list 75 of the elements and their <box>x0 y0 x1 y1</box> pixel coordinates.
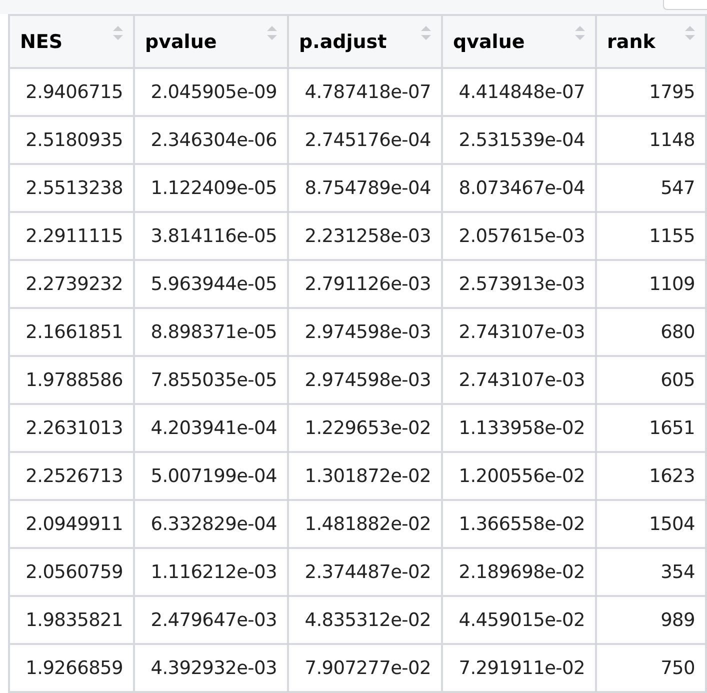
table-cell: 2.2526713 <box>9 452 134 500</box>
table-cell: 2.0560759 <box>9 548 134 596</box>
table-cell: 2.231258e-03 <box>288 212 442 260</box>
column-header[interactable]: rank <box>596 15 706 68</box>
table-cell: 2.2739232 <box>9 260 134 308</box>
table-cell: 547 <box>596 164 706 212</box>
table-cell: 1.481882e-02 <box>288 500 442 548</box>
table-cell: 2.5513238 <box>9 164 134 212</box>
table-cell: 5.963944e-05 <box>134 260 288 308</box>
table-cell: 4.787418e-07 <box>288 68 442 116</box>
table-cell: 989 <box>596 596 706 644</box>
table-cell: 7.907277e-02 <box>288 644 442 692</box>
column-header[interactable]: p.adjust <box>288 15 442 68</box>
table-cell: 1.301872e-02 <box>288 452 442 500</box>
table-cell: 1.116212e-03 <box>134 548 288 596</box>
table-cell: 6.332829e-04 <box>134 500 288 548</box>
table-cell: 2.2631013 <box>9 404 134 452</box>
table-cell: 2.743107e-03 <box>442 308 596 356</box>
table-cell: 2.1661851 <box>9 308 134 356</box>
table-cell: 2.346304e-06 <box>134 116 288 164</box>
table-cell: 2.974598e-03 <box>288 356 442 404</box>
table-cell: 1795 <box>596 68 706 116</box>
table-cell: 2.974598e-03 <box>288 308 442 356</box>
table-cell: 2.045905e-09 <box>134 68 288 116</box>
sort-icon <box>575 25 585 41</box>
sort-icon <box>685 25 695 41</box>
column-header[interactable]: pvalue <box>134 15 288 68</box>
column-header[interactable]: qvalue <box>442 15 596 68</box>
table-cell: 354 <box>596 548 706 596</box>
table-cell: 7.291911e-02 <box>442 644 596 692</box>
table-cell: 1109 <box>596 260 706 308</box>
table-cell: 2.057615e-03 <box>442 212 596 260</box>
table-cell: 5.007199e-04 <box>134 452 288 500</box>
table-cell: 1.9835821 <box>9 596 134 644</box>
table-cell: 1.366558e-02 <box>442 500 596 548</box>
table-cell: 2.573913e-03 <box>442 260 596 308</box>
table-cell: 7.855035e-05 <box>134 356 288 404</box>
table-cell: 4.414848e-07 <box>442 68 596 116</box>
table-cell: 1.200556e-02 <box>442 452 596 500</box>
table-cell: 1148 <box>596 116 706 164</box>
table-cell: 2.374487e-02 <box>288 548 442 596</box>
table-cell: 1.229653e-02 <box>288 404 442 452</box>
table-cell: 1504 <box>596 500 706 548</box>
table-cell: 1.9788586 <box>9 356 134 404</box>
table-cell: 4.392932e-03 <box>134 644 288 692</box>
column-header[interactable]: NES <box>9 15 134 68</box>
table-cell: 2.791126e-03 <box>288 260 442 308</box>
table-cell: 1.9266859 <box>9 644 134 692</box>
table-cell: 2.743107e-03 <box>442 356 596 404</box>
table-cell: 1623 <box>596 452 706 500</box>
table-cell: 2.189698e-02 <box>442 548 596 596</box>
table-cell: 2.745176e-04 <box>288 116 442 164</box>
table-cell: 8.898371e-05 <box>134 308 288 356</box>
table-cell: 2.9406715 <box>9 68 134 116</box>
table-cell: 750 <box>596 644 706 692</box>
table-cell: 605 <box>596 356 706 404</box>
sort-icon <box>113 25 123 41</box>
table-cell: 2.531539e-04 <box>442 116 596 164</box>
table-cell: 4.459015e-02 <box>442 596 596 644</box>
table-cell: 8.754789e-04 <box>288 164 442 212</box>
table-cell: 1.122409e-05 <box>134 164 288 212</box>
table-cell: 1155 <box>596 212 706 260</box>
table-cell: 1651 <box>596 404 706 452</box>
table-cell: 2.479647e-03 <box>134 596 288 644</box>
table-cell: 4.203941e-04 <box>134 404 288 452</box>
table-cell: 8.073467e-04 <box>442 164 596 212</box>
table-cell: 1.133958e-02 <box>442 404 596 452</box>
sort-icon <box>421 25 431 41</box>
table-cell: 4.835312e-02 <box>288 596 442 644</box>
table-cell: 2.5180935 <box>9 116 134 164</box>
sort-icon <box>267 25 277 41</box>
table-cell: 2.2911115 <box>9 212 134 260</box>
table-cell: 680 <box>596 308 706 356</box>
table-cell: 3.814116e-05 <box>134 212 288 260</box>
table-cell: 2.0949911 <box>9 500 134 548</box>
